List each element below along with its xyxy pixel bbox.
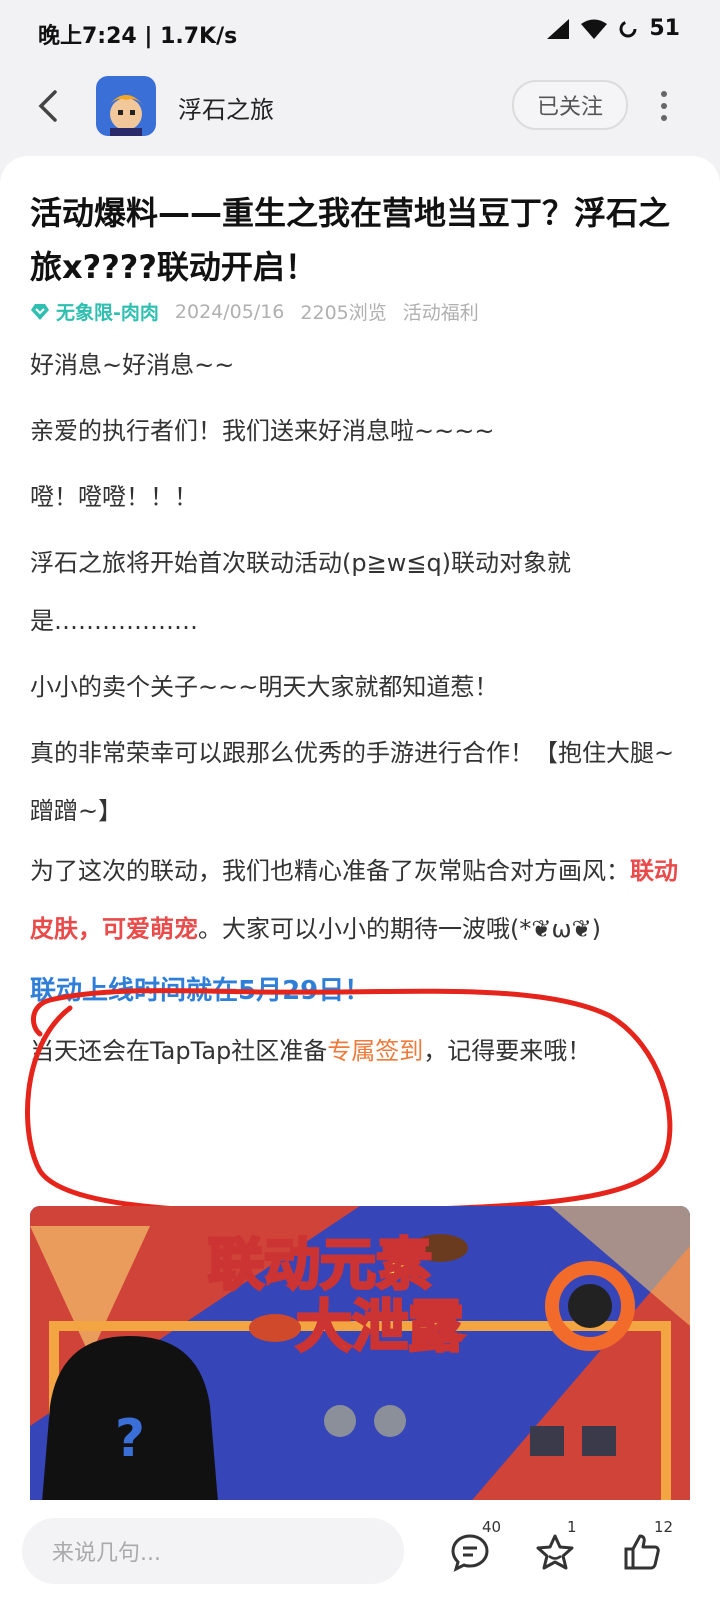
- content-paragraph: 为了这次的联动，我们也精心准备了灰常贴合对方画风：联动皮肤，可爱萌宠。大家可以小…: [30, 842, 690, 958]
- content-line: 亲爱的执行者们！我们送来好消息啦~~~~: [30, 417, 495, 445]
- status-time: 晚上7:24 | 1.7K/s: [38, 24, 238, 49]
- content-text: 当天还会在TapTap社区准备: [30, 1037, 328, 1065]
- content-line: 噔！噔噔！！！: [30, 483, 198, 511]
- comment-input[interactable]: 来说几句...: [22, 1518, 404, 1584]
- more-dot-icon: [661, 91, 667, 97]
- favorite-count: 1: [567, 1518, 577, 1536]
- more-dot-icon: [661, 115, 667, 121]
- battery-level: 51: [649, 16, 680, 41]
- comment-icon: [451, 1534, 489, 1572]
- battery-icon: [619, 20, 637, 37]
- post-date: 2024/05/16: [174, 300, 285, 323]
- app-header: 浮石之旅 已关注: [0, 64, 720, 160]
- app-icon[interactable]: [96, 76, 156, 136]
- post-meta: 无象限-肉肉 2024/05/16 2205浏览 活动福利: [30, 298, 479, 325]
- view-count: 2205浏览: [300, 302, 387, 324]
- comment-button[interactable]: 40: [442, 1518, 501, 1580]
- author-link[interactable]: 无象限-肉肉: [30, 298, 159, 325]
- content-text: ，记得要来哦！: [423, 1037, 592, 1065]
- event-banner-image[interactable]: ? 联动元素 大泄露: [30, 1206, 690, 1500]
- comment-count: 40: [482, 1518, 502, 1536]
- app-logo-icon: [96, 76, 156, 136]
- content-line: 真的非常荣幸可以跟那么优秀的手游进行合作！【抱住大腿~蹭蹭~】: [30, 739, 675, 825]
- checkin-link[interactable]: 专属签到: [327, 1037, 423, 1065]
- verified-heart-icon: [31, 303, 49, 320]
- star-icon: [536, 1534, 574, 1570]
- like-button[interactable]: 12: [614, 1518, 673, 1580]
- follow-button[interactable]: 已关注: [512, 80, 628, 130]
- favorite-button[interactable]: 1: [527, 1518, 583, 1580]
- content-text: 为了这次的联动，我们也精心准备了灰常贴合对方画风：: [30, 857, 630, 885]
- bottom-action-bar: 来说几句... 40 1 12: [0, 1500, 720, 1600]
- more-options-button[interactable]: [650, 84, 678, 128]
- header-title: 浮石之旅: [178, 96, 274, 124]
- content-line: 浮石之旅将开始首次联动活动(p≧w≦q)联动对象就是………………: [30, 549, 572, 635]
- mystery-mark: ?: [115, 1409, 145, 1469]
- chevron-left-icon: [38, 90, 57, 122]
- status-icons: 51: [547, 16, 680, 41]
- back-button[interactable]: [28, 86, 68, 126]
- like-count: 12: [654, 1518, 674, 1536]
- content-line: 小小的卖个关子~~~明天大家就都知道惹！: [30, 673, 499, 701]
- launch-date-line: 联动上线时间就在5月29日！: [30, 976, 371, 1006]
- banner-art: ? 联动元素 大泄露: [30, 1206, 690, 1500]
- content-text: 。大家可以小小的期待一波哦(*❦ω❦): [198, 915, 602, 943]
- post-content: 好消息~好消息~~ 亲爱的执行者们！我们送来好消息啦~~~~ 噔！噔噔！！！ 浮…: [30, 336, 690, 1080]
- post-title: 活动爆料——重生之我在营地当豆丁？浮石之旅x????联动开启！: [30, 194, 671, 286]
- status-bar: 晚上7:24 | 1.7K/s 51: [0, 0, 720, 64]
- author-name: 无象限-肉肉: [56, 302, 159, 324]
- more-dot-icon: [661, 103, 667, 109]
- content-paragraph: 当天还会在TapTap社区准备专属签到，记得要来哦！: [30, 1022, 690, 1080]
- post-card: 活动爆料——重生之我在营地当豆丁？浮石之旅x????联动开启！ 无象限-肉肉 2…: [0, 156, 720, 1500]
- banner-title-line1: 联动元素: [208, 1233, 432, 1298]
- wifi-icon: [581, 19, 608, 39]
- thumbs-up-icon: [624, 1534, 660, 1570]
- post-category[interactable]: 活动福利: [403, 298, 479, 325]
- signal-icon: [547, 18, 570, 39]
- content-line: 好消息~好消息~~: [30, 351, 235, 379]
- banner-title-line2: 大泄露: [296, 1295, 465, 1360]
